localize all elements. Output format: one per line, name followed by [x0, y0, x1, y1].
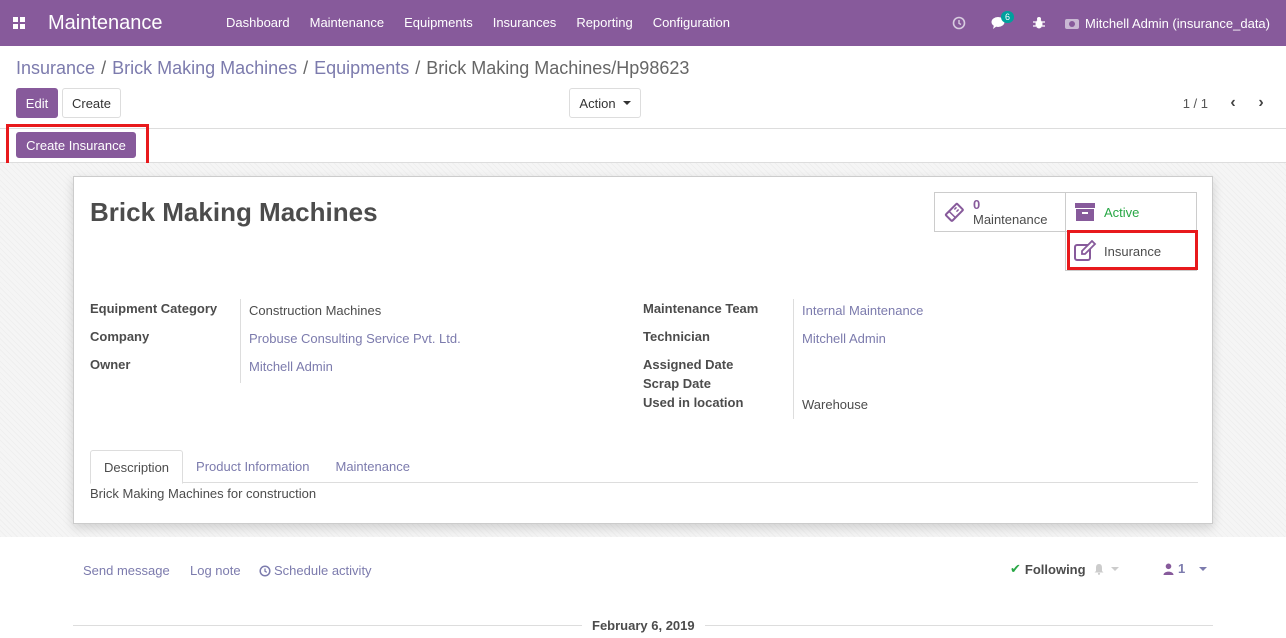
edit-button[interactable]: Edit [16, 88, 58, 118]
maintenance-team-label: Maintenance Team [643, 301, 759, 316]
messages-badge: 6 [1001, 11, 1015, 23]
breadcrumb-current: Brick Making Machines/Hp98623 [426, 58, 690, 78]
ticket-icon [935, 201, 973, 223]
debug-bug-icon[interactable] [1019, 0, 1059, 46]
caret-down-icon [622, 101, 631, 105]
technician-link[interactable]: Mitchell Admin [802, 331, 886, 346]
user-avatar-icon [1065, 19, 1080, 29]
followers-count: 1 [1178, 561, 1186, 576]
menu-item-maintenance[interactable]: Maintenance [300, 0, 394, 46]
field-divider [240, 299, 241, 383]
used-in-location-label: Used in location [643, 395, 744, 410]
breadcrumb-separator: / [101, 58, 107, 78]
pager: 1 / 1 ‹ › [1183, 94, 1272, 112]
highlight-box-insurance [1067, 230, 1198, 270]
check-icon: ✔ [1010, 561, 1021, 576]
chevron-right-icon[interactable]: › [1250, 94, 1272, 112]
send-message-link[interactable]: Send message [83, 563, 170, 578]
archive-box-icon [1066, 202, 1104, 222]
menu-item-reporting[interactable]: Reporting [566, 0, 642, 46]
tab-maintenance[interactable]: Maintenance [322, 450, 422, 483]
following-button[interactable]: ✔ Following [1010, 561, 1119, 577]
menu-item-equipments[interactable]: Equipments [394, 0, 483, 46]
apps-menu-icon[interactable] [0, 0, 34, 46]
following-label: Following [1024, 561, 1086, 577]
message-date: February 6, 2019 [582, 618, 705, 633]
followers-button[interactable]: 1 [1163, 561, 1208, 576]
form-statusbar [0, 129, 1286, 163]
caret-down-icon[interactable] [1110, 567, 1119, 571]
breadcrumb-item-brick-making-machines[interactable]: Brick Making Machines [112, 58, 297, 79]
maintenance-team-link[interactable]: Internal Maintenance [802, 303, 923, 318]
scrap-date-label: Scrap Date [643, 376, 711, 391]
user-menu[interactable]: Mitchell Admin (insurance_data) [1059, 16, 1286, 31]
menu-item-dashboard[interactable]: Dashboard [216, 0, 300, 46]
messages-chat-icon[interactable]: 6 [979, 0, 1019, 46]
company-label: Company [90, 329, 150, 344]
top-navbar: Maintenance Dashboard Maintenance Equipm… [0, 0, 1286, 46]
owner-link[interactable]: Mitchell Admin [249, 359, 333, 374]
description-text: Brick Making Machines for construction [90, 486, 317, 501]
menu-item-insurances[interactable]: Insurances [483, 0, 567, 46]
active-label: Active [1104, 204, 1140, 220]
assigned-date-label: Assigned Date [643, 357, 734, 372]
user-icon [1163, 563, 1174, 575]
highlight-box-create-insurance [6, 124, 149, 167]
used-in-location-value: Warehouse [802, 397, 868, 412]
tab-description[interactable]: Description [90, 450, 184, 484]
record-title: Brick Making Machines [90, 197, 378, 227]
breadcrumb-item-equipments[interactable]: Equipments [314, 58, 409, 79]
breadcrumb-separator: / [303, 58, 309, 78]
clock-icon [259, 564, 271, 577]
schedule-activity-link[interactable]: Schedule activity [259, 563, 372, 578]
pager-value[interactable]: 1 / 1 [1183, 96, 1208, 111]
caret-down-icon [1199, 566, 1208, 571]
breadcrumb-item-insurance[interactable]: Insurance [16, 58, 95, 79]
technician-label: Technician [643, 329, 710, 344]
schedule-activity-label: Schedule activity [274, 563, 372, 578]
chevron-left-icon[interactable]: ‹ [1222, 94, 1244, 112]
owner-label: Owner [90, 357, 131, 372]
notebook-tabs: Description Product Information Maintena… [90, 450, 1198, 484]
main-menu: Dashboard Maintenance Equipments Insuran… [216, 0, 740, 46]
breadcrumb-separator: / [415, 58, 421, 78]
create-button[interactable]: Create [62, 88, 121, 118]
maintenance-smart-button[interactable]: 0 Maintenance [934, 192, 1066, 232]
log-note-link[interactable]: Log note [190, 563, 241, 578]
active-toggle-button[interactable]: Active [1065, 192, 1197, 232]
company-link[interactable]: Probuse Consulting Service Pvt. Ltd. [249, 331, 461, 346]
user-name: Mitchell Admin (insurance_data) [1085, 15, 1270, 31]
maintenance-count: 0 [973, 197, 981, 212]
activity-clock-icon[interactable] [939, 0, 979, 46]
app-title: Maintenance [48, 11, 163, 34]
bell-icon[interactable] [1093, 563, 1105, 575]
equipment-category-label: Equipment Category [90, 301, 218, 316]
navbar-systray: 6 Mitchell Admin (insurance_data) [939, 0, 1286, 46]
menu-item-configuration[interactable]: Configuration [643, 0, 740, 46]
equipment-category-value: Construction Machines [249, 303, 382, 318]
breadcrumb: Insurance / Brick Making Machines / Equi… [16, 58, 689, 79]
action-dropdown[interactable]: Action [569, 88, 641, 118]
field-divider [793, 299, 794, 419]
maintenance-smart-label: Maintenance [973, 212, 1048, 227]
form-sheet: Brick Making Machines 0 Maintenance Acti… [73, 176, 1213, 524]
tab-product-information[interactable]: Product Information [183, 450, 322, 483]
action-label: Action [579, 95, 616, 111]
